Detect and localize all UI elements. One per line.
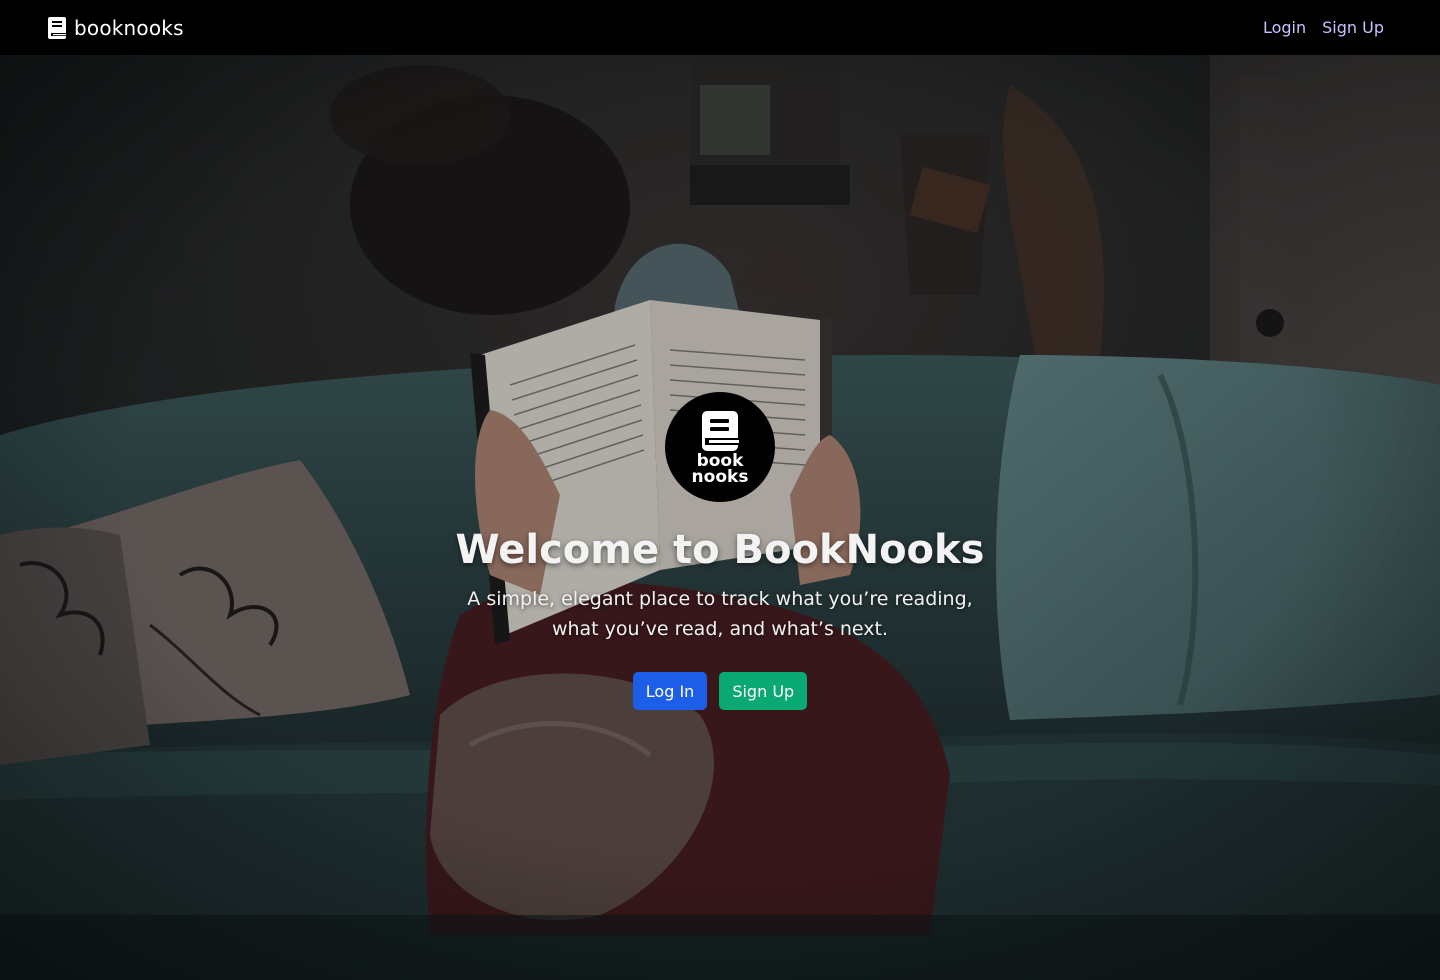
hero-subtitle: A simple, elegant place to track what yo… [467, 588, 973, 640]
page-title: Welcome to BookNooks [455, 527, 985, 573]
brand-link[interactable]: booknooks [48, 16, 184, 40]
top-navbar: booknooks Login Sign Up [0, 0, 1440, 55]
book-icon [702, 411, 739, 451]
hero-content: book nooks Welcome to BookNooks A simple… [0, 55, 1440, 980]
signup-button[interactable]: Sign Up [719, 672, 808, 710]
hero-actions: Log In Sign Up [632, 672, 808, 710]
brand-name: booknooks [74, 15, 184, 40]
nav-links: Login Sign Up [1263, 18, 1384, 37]
login-button[interactable]: Log In [632, 672, 708, 710]
booknooks-logo: book nooks [665, 392, 775, 502]
logo-word-nooks: nooks [691, 467, 749, 487]
book-icon [48, 16, 66, 39]
nav-login-link[interactable]: Login [1263, 18, 1306, 37]
nav-signup-link[interactable]: Sign Up [1322, 18, 1384, 37]
